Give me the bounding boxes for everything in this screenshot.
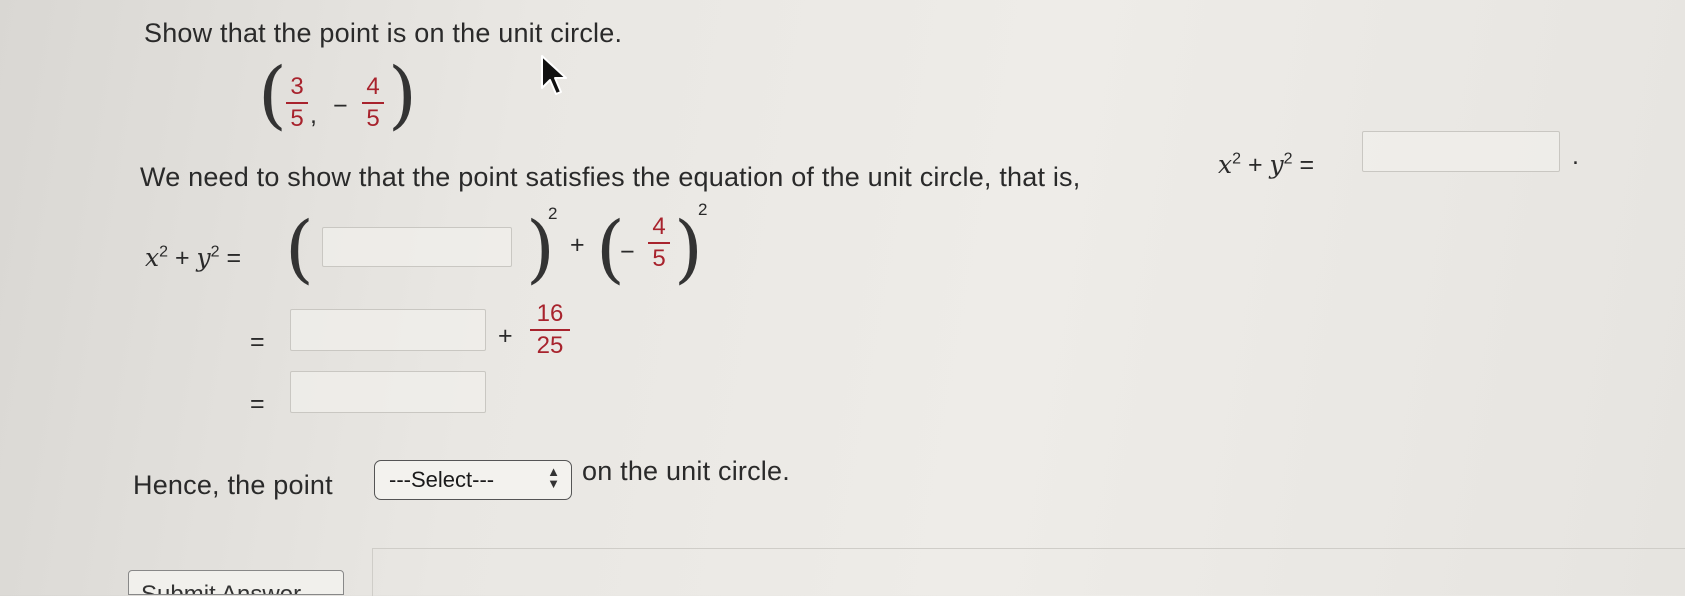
point-y-fraction: 4 5 (362, 73, 384, 133)
lower-panel (372, 548, 1685, 596)
equals-sign: = (250, 390, 265, 418)
plus-sign: + (570, 231, 585, 259)
step1-text: We need to show that the point satisfies… (140, 162, 1081, 192)
point-comma: , (310, 101, 317, 129)
y-fraction: 4 5 (648, 213, 670, 273)
select-value: ---Select--- (389, 467, 495, 492)
point-y-numerator: 4 (366, 73, 380, 100)
step1-equation: x2 + y2 = (1218, 150, 1315, 179)
fraction-bar (286, 102, 308, 104)
conclusion-suffix: on the unit circle. (582, 456, 790, 486)
mouse-pointer-icon (541, 55, 567, 95)
y-squared-fraction: 16 25 (530, 300, 570, 360)
y-squared-numerator: 16 (536, 300, 564, 327)
conclusion-prefix: Hence, the point (133, 470, 333, 500)
submit-answer-button[interactable]: Submit Answer (128, 570, 344, 595)
y-denominator: 5 (652, 245, 666, 272)
select-arrows-icon: ▲ ▼ (547, 464, 560, 491)
y-numerator: 4 (652, 213, 666, 240)
fraction-bar (530, 329, 570, 331)
point-x-denominator: 5 (290, 105, 304, 132)
point-x-fraction: 3 5 (286, 73, 308, 133)
plus-sign: + (498, 322, 513, 350)
x-value-input[interactable] (322, 227, 512, 267)
sum-input[interactable] (290, 371, 486, 413)
point-y-denominator: 5 (366, 105, 380, 132)
x-squared-input[interactable] (290, 309, 486, 351)
is-on-circle-select[interactable]: ---Select--- ▲ ▼ (374, 460, 572, 500)
fraction-bar (362, 102, 384, 104)
submit-answer-label: Submit Answer (141, 581, 302, 595)
step1-period: . (1572, 142, 1579, 170)
unit-circle-rhs-input[interactable] (1362, 131, 1560, 172)
right-paren: ) (388, 52, 417, 138)
work-lhs: x2 + y2 = (145, 243, 242, 272)
fraction-bar (648, 242, 670, 244)
y-squared-denominator: 25 (536, 332, 564, 359)
point-x-numerator: 3 (290, 73, 304, 100)
left-paren: ( (258, 52, 287, 138)
equals-sign: = (250, 328, 265, 356)
left-paren: ( (285, 206, 314, 292)
point-y-sign: − (333, 92, 348, 120)
exponent-2: 2 (698, 200, 708, 219)
exponent-2: 2 (548, 204, 558, 223)
right-paren: ) (674, 206, 703, 292)
neg-sign: − (620, 238, 635, 266)
question-title: Show that the point is on the unit circl… (144, 18, 623, 48)
